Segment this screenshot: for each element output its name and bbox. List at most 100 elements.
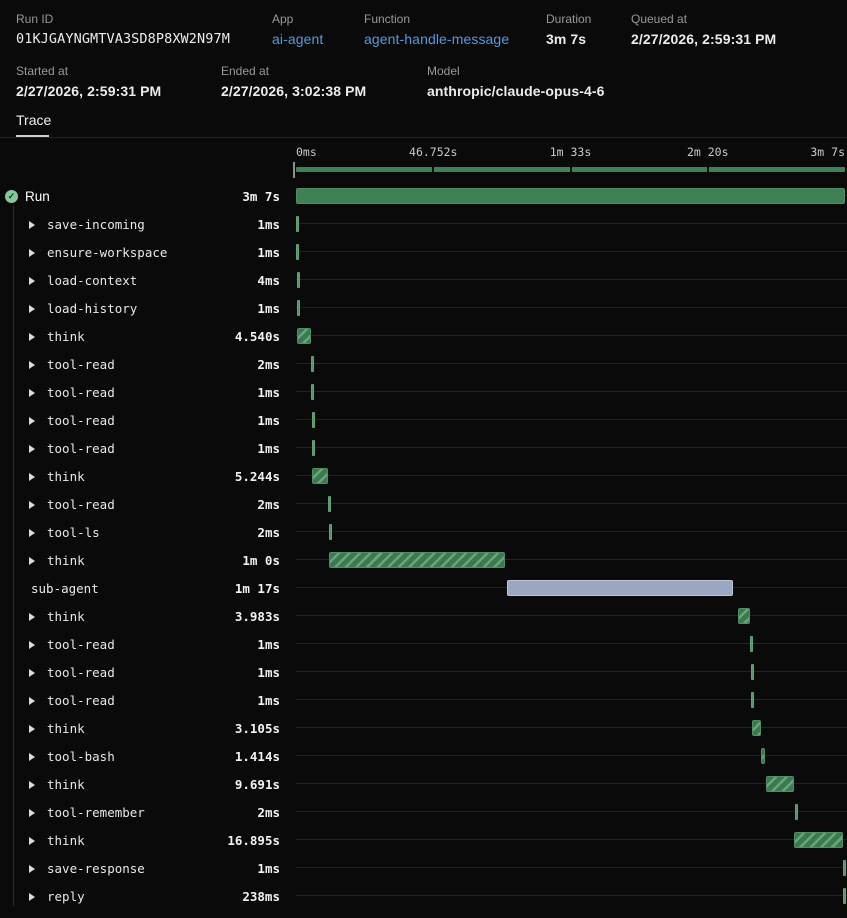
span-duration: 1ms xyxy=(257,693,280,708)
trace-row-tool-read[interactable]: tool-read1ms xyxy=(0,434,847,462)
span-name: sub-agent xyxy=(31,581,99,596)
span-name: tool-read xyxy=(47,497,115,512)
span-name: tool-bash xyxy=(47,749,115,764)
span-timeline-cell xyxy=(288,182,847,210)
span-bar-tool-read[interactable] xyxy=(751,664,754,680)
span-bar-tool-ls[interactable] xyxy=(329,524,332,540)
expand-chevron-icon[interactable] xyxy=(29,753,35,761)
expand-chevron-icon[interactable] xyxy=(29,249,35,257)
span-name: Run xyxy=(25,189,50,204)
tab-trace[interactable]: Trace xyxy=(16,112,51,137)
span-bar-tool-read[interactable] xyxy=(311,356,314,372)
trace-row-think[interactable]: think3.983s xyxy=(0,602,847,630)
trace-row-load-context[interactable]: load-context4ms xyxy=(0,266,847,294)
expand-chevron-icon[interactable] xyxy=(29,389,35,397)
span-bar-think[interactable] xyxy=(794,832,844,848)
trace-row-tool-read[interactable]: tool-read1ms xyxy=(0,630,847,658)
expand-chevron-icon[interactable] xyxy=(29,417,35,425)
trace-row-save-incoming[interactable]: save-incoming1ms xyxy=(0,210,847,238)
expand-chevron-icon[interactable] xyxy=(29,445,35,453)
expand-chevron-icon[interactable] xyxy=(29,557,35,565)
ruler-tick-label: 3m 7s xyxy=(810,145,845,159)
expand-chevron-icon[interactable] xyxy=(29,669,35,677)
trace-row-tool-ls[interactable]: tool-ls2ms xyxy=(0,518,847,546)
span-timeline-cell xyxy=(288,798,847,826)
expand-chevron-icon[interactable] xyxy=(29,893,35,901)
trace-row-ensure-workspace[interactable]: ensure-workspace1ms xyxy=(0,238,847,266)
span-bar-tool-read[interactable] xyxy=(312,440,315,456)
span-label-cell: tool-read1ms xyxy=(0,658,288,686)
expand-chevron-icon[interactable] xyxy=(29,361,35,369)
span-bar-tool-read[interactable] xyxy=(751,692,754,708)
span-bar-sub-agent[interactable] xyxy=(507,580,733,596)
expand-chevron-icon[interactable] xyxy=(29,781,35,789)
span-bar-save-incoming[interactable] xyxy=(296,216,299,232)
trace-row-tool-read[interactable]: tool-read1ms xyxy=(0,658,847,686)
trace-row-sub-agent[interactable]: sub-agent1m 17s xyxy=(0,574,847,602)
span-bar-tool-read[interactable] xyxy=(311,384,314,400)
expand-chevron-icon[interactable] xyxy=(29,837,35,845)
span-bar-think[interactable] xyxy=(766,776,794,792)
trace-row-tool-read[interactable]: tool-read2ms xyxy=(0,490,847,518)
timeline-minimap[interactable] xyxy=(296,167,845,172)
trace-row-think[interactable]: think3.105s xyxy=(0,714,847,742)
trace-row-think[interactable]: think4.540s xyxy=(0,322,847,350)
trace-row-tool-read[interactable]: tool-read2ms xyxy=(0,350,847,378)
trace-row-think[interactable]: think5.244s xyxy=(0,462,847,490)
timeline-track-line xyxy=(296,811,847,812)
span-name: tool-read xyxy=(47,665,115,680)
expand-chevron-icon[interactable] xyxy=(29,529,35,537)
expand-chevron-icon[interactable] xyxy=(29,865,35,873)
trace-row-think[interactable]: think9.691s xyxy=(0,770,847,798)
span-bar-tool-read[interactable] xyxy=(328,496,331,512)
span-bar-reply[interactable] xyxy=(843,888,846,904)
expand-chevron-icon[interactable] xyxy=(29,277,35,285)
span-bar-think[interactable] xyxy=(738,608,750,624)
meta-field-run-id: Run ID01KJGAYNGMTVA3SD8P8XW2N97M xyxy=(16,12,230,47)
span-bar-tool-remember[interactable] xyxy=(795,804,798,820)
meta-value: 3m 7s xyxy=(546,31,591,47)
span-bar-tool-read[interactable] xyxy=(312,412,315,428)
span-bar-save-response[interactable] xyxy=(843,860,846,876)
span-bar-ensure-workspace[interactable] xyxy=(296,244,299,260)
expand-chevron-icon[interactable] xyxy=(29,221,35,229)
ruler-tick-label: 1m 33s xyxy=(550,145,592,159)
expand-chevron-icon[interactable] xyxy=(29,501,35,509)
span-bar-think[interactable] xyxy=(312,468,327,484)
span-timeline-cell xyxy=(288,854,847,882)
trace-row-tool-bash[interactable]: tool-bash1.414s xyxy=(0,742,847,770)
trace-row-tool-read[interactable]: tool-read1ms xyxy=(0,378,847,406)
span-bar-load-history[interactable] xyxy=(297,300,300,316)
span-bar-tool-read[interactable] xyxy=(750,636,753,652)
meta-value[interactable]: agent-handle-message xyxy=(364,31,509,47)
trace-row-think[interactable]: think16.895s xyxy=(0,826,847,854)
expand-chevron-icon[interactable] xyxy=(29,697,35,705)
expand-chevron-icon[interactable] xyxy=(29,613,35,621)
minimap-tick xyxy=(707,167,709,172)
expand-chevron-icon[interactable] xyxy=(29,473,35,481)
meta-field-ended-at: Ended at2/27/2026, 3:02:38 PM xyxy=(221,64,366,99)
span-timeline-cell xyxy=(288,630,847,658)
trace-row-load-history[interactable]: load-history1ms xyxy=(0,294,847,322)
trace-row-save-response[interactable]: save-response1ms xyxy=(0,854,847,882)
trace-row-tool-read[interactable]: tool-read1ms xyxy=(0,686,847,714)
trace-row-run[interactable]: ✓Run3m 7s xyxy=(0,182,847,210)
meta-value: 2/27/2026, 2:59:31 PM xyxy=(16,83,161,99)
trace-row-reply[interactable]: reply238ms xyxy=(0,882,847,910)
span-bar-run[interactable] xyxy=(296,188,845,204)
trace-row-tool-remember[interactable]: tool-remember2ms xyxy=(0,798,847,826)
span-bar-tool-bash[interactable] xyxy=(761,748,765,764)
span-bar-think[interactable] xyxy=(297,328,310,344)
expand-chevron-icon[interactable] xyxy=(29,305,35,313)
trace-row-think[interactable]: think1m 0s xyxy=(0,546,847,574)
trace-row-tool-read[interactable]: tool-read1ms xyxy=(0,406,847,434)
span-bar-load-context[interactable] xyxy=(297,272,300,288)
expand-chevron-icon[interactable] xyxy=(29,333,35,341)
span-bar-think[interactable] xyxy=(329,552,505,568)
meta-value[interactable]: ai-agent xyxy=(272,31,323,47)
expand-chevron-icon[interactable] xyxy=(29,641,35,649)
span-bar-think[interactable] xyxy=(752,720,761,736)
expand-chevron-icon[interactable] xyxy=(29,809,35,817)
span-label-cell: save-incoming1ms xyxy=(0,210,288,238)
expand-chevron-icon[interactable] xyxy=(29,725,35,733)
